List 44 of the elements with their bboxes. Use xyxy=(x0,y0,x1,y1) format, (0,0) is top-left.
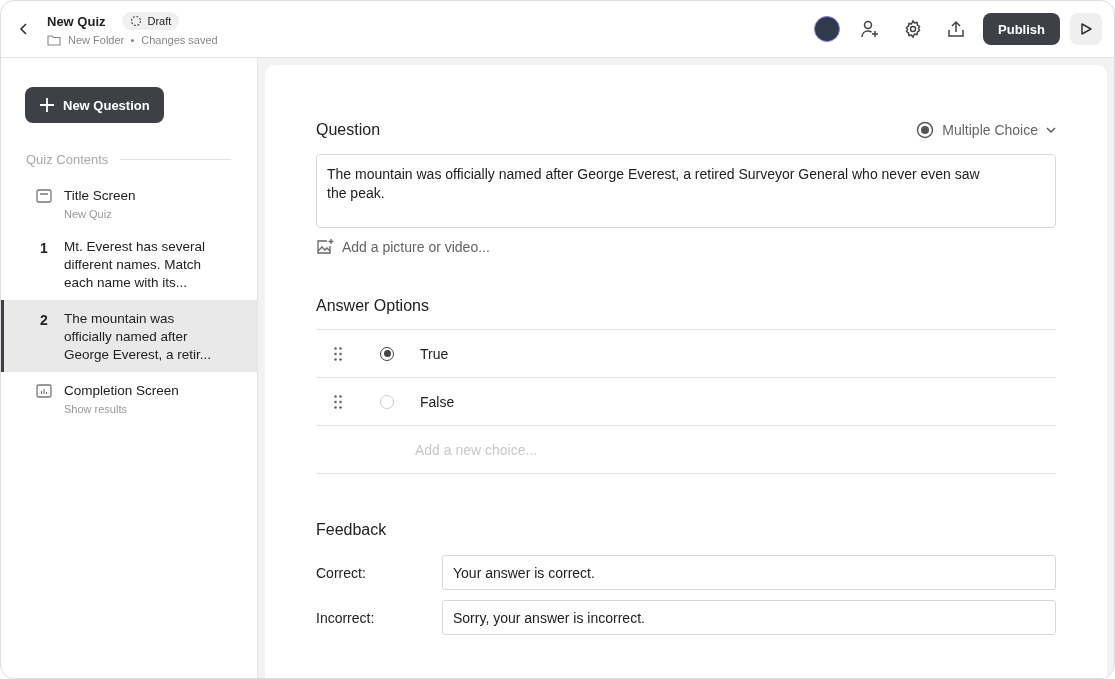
plus-icon xyxy=(39,97,55,113)
quiz-item[interactable]: 2 The mountain was officially named after George Everest, a retir... xyxy=(1,300,257,372)
play-icon xyxy=(1079,22,1093,36)
add-media-link[interactable]: Add a picture or video... xyxy=(316,238,490,255)
radio-icon xyxy=(916,121,935,139)
item-label: The mountain was officially named after George Everest, a retir... xyxy=(64,310,213,364)
section-heading: Feedback xyxy=(316,521,388,539)
item-label: Mt. Everest has several different names. Match each name with its... xyxy=(64,238,207,292)
quiz-item[interactable]: 1 Mt. Everest has several different names. Match each name with its... xyxy=(1,228,257,300)
title-screen-icon xyxy=(36,189,52,203)
question-text-field[interactable]: The mountain was officially named after George Everest, a retired Surveyor General who never even saw the peak. xyxy=(316,154,1056,228)
item-label: Title Screen xyxy=(64,187,137,205)
save-status: Changes saved xyxy=(141,34,218,46)
option-label: False xyxy=(420,393,455,410)
question-type-dropdown[interactable]: Multiple Choice xyxy=(916,121,1056,139)
back-chevron-icon xyxy=(19,23,29,35)
feedback-field[interactable]: Your answer is correct. xyxy=(442,555,1056,590)
quiz-item[interactable]: Title Screen New Quiz xyxy=(1,177,257,228)
item-subtitle: New Quiz xyxy=(64,208,113,220)
avatar[interactable] xyxy=(814,16,841,42)
chevron-down-icon xyxy=(1046,127,1056,133)
drag-handle-icon[interactable] xyxy=(334,394,342,409)
folder-link[interactable]: New Folder xyxy=(68,34,125,46)
question-number: 2 xyxy=(40,312,48,330)
field-label: Correct: xyxy=(316,564,367,581)
add-image-icon xyxy=(316,238,334,255)
quiz-item[interactable]: Completion Screen Show results xyxy=(1,372,257,423)
question-number: 1 xyxy=(40,240,48,258)
item-label: Completion Screen xyxy=(64,382,180,400)
status-badge: Draft xyxy=(121,12,180,30)
publish-button[interactable]: Publish xyxy=(983,13,1060,45)
section-heading: Question xyxy=(316,121,381,139)
quiz-title: New Quiz xyxy=(47,13,106,29)
preview-button[interactable] xyxy=(1070,13,1102,45)
bar-chart-icon xyxy=(36,384,52,398)
field-label: Incorrect: xyxy=(316,609,376,626)
item-subtitle: Show results xyxy=(64,403,128,415)
section-heading: Quiz Contents xyxy=(26,152,109,167)
drag-handle-icon[interactable] xyxy=(334,346,342,361)
folder-icon xyxy=(47,34,61,46)
option-label: True xyxy=(420,345,449,362)
feedback-field[interactable]: Sorry, your answer is incorrect. xyxy=(442,600,1056,635)
new-question-button[interactable]: New Question xyxy=(25,87,164,123)
section-heading: Answer Options xyxy=(316,297,430,315)
